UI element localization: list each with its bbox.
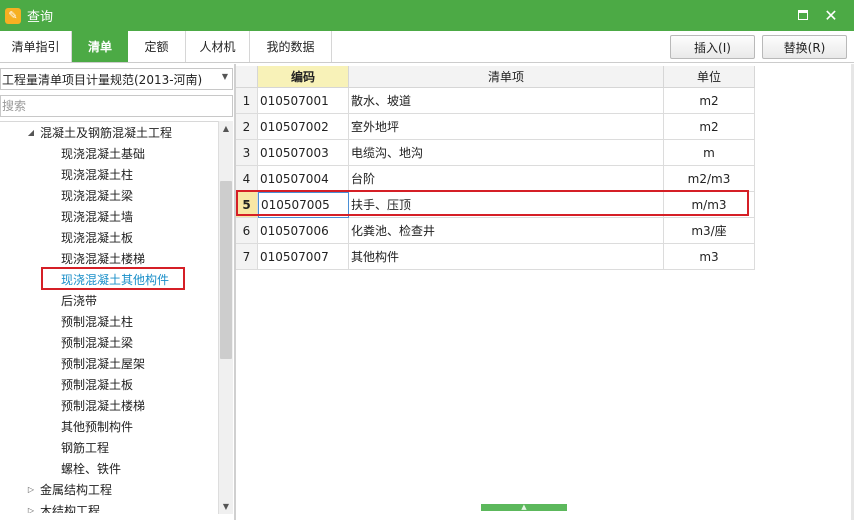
unit-cell[interactable]: m2/m3 (664, 166, 755, 192)
code-cell[interactable]: 010507002 (258, 114, 349, 140)
name-cell[interactable]: 散水、坡道 (349, 88, 664, 114)
collapse-icon[interactable]: ◢ (26, 128, 36, 137)
tree-leaf[interactable]: 后浇带 (61, 290, 97, 311)
tree-leaf[interactable]: 现浇混凝土墙 (61, 206, 133, 227)
tree-leaf[interactable]: 现浇混凝土梁 (61, 185, 133, 206)
close-icon: ✕ (824, 5, 838, 25)
header-code[interactable]: 编码 (258, 66, 349, 88)
tab-my-data[interactable]: 我的数据 (250, 31, 332, 62)
tree-leaf[interactable]: 预制混凝土柱 (61, 311, 133, 332)
header-unit[interactable]: 单位 (664, 66, 755, 88)
code-cell[interactable]: 010507001 (258, 88, 349, 114)
insert-button[interactable]: 插入(I) (670, 35, 755, 59)
code-cell[interactable]: 010507003 (258, 140, 349, 166)
name-cell[interactable]: 化粪池、检查井 (349, 218, 664, 244)
collapse-panel-handle[interactable]: ▲ (481, 504, 567, 511)
name-cell[interactable]: 电缆沟、地沟 (349, 140, 664, 166)
query-app-icon: ✎ (5, 7, 21, 24)
unit-cell[interactable]: m3/座 (664, 218, 755, 244)
row-number: 3 (236, 140, 258, 166)
title-bar: ✎ 查询 ✕ (0, 0, 854, 31)
code-cell[interactable]: 010507004 (258, 166, 349, 192)
expand-icon[interactable]: ▷ (26, 506, 36, 513)
tree-leaf[interactable]: 其他预制构件 (61, 416, 133, 437)
tree-node-label: 木结构工程 (40, 504, 101, 513)
name-cell[interactable]: 台阶 (349, 166, 664, 192)
row-highlight-box (236, 190, 749, 216)
list-grid: 编码 清单项 单位 1 010507001 散水、坡道 m2 2 0105070… (236, 66, 755, 270)
window-title: 查询 (27, 10, 54, 25)
tree-leaf[interactable]: 现浇混凝土柱 (61, 164, 133, 185)
tab-quota[interactable]: 定额 (128, 31, 186, 62)
tree-leaf[interactable]: 现浇混凝土板 (61, 227, 133, 248)
tree-leaf[interactable]: 钢筋工程 (61, 437, 109, 458)
header-row-number (236, 66, 258, 88)
name-cell[interactable]: 室外地坪 (349, 114, 664, 140)
selection-highlight-box (41, 267, 185, 290)
tree-node-collapsed[interactable]: ▷ 金属结构工程 (26, 479, 112, 500)
chevron-down-icon: ▼ (221, 72, 228, 81)
maximize-button[interactable] (792, 5, 814, 25)
tree-leaf[interactable]: 现浇混凝土楼梯 (61, 248, 145, 269)
tree-node-parent[interactable]: ◢ 混凝土及钢筋混凝土工程 (26, 122, 172, 143)
code-cell[interactable]: 010507007 (258, 244, 349, 270)
tab-list[interactable]: 清单 (72, 31, 128, 62)
left-panel: 工程量清单项目计量规范(2013-河南) ▼ ◢ 混凝土及钢筋混凝土工程 现浇混… (0, 64, 234, 520)
tree-node-label: 金属结构工程 (40, 483, 113, 497)
tree-scrollbar[interactable]: ▲ ▼ (218, 121, 233, 514)
expand-icon[interactable]: ▷ (26, 485, 36, 494)
tree-node-collapsed[interactable]: ▷ 木结构工程 (26, 500, 100, 513)
scroll-down-icon[interactable]: ▼ (219, 499, 233, 514)
search-input[interactable] (0, 95, 233, 117)
category-tree: ◢ 混凝土及钢筋混凝土工程 现浇混凝土基础 现浇混凝土柱 现浇混凝土梁 现浇混凝… (0, 121, 218, 513)
tab-bar: 清单指引 清单 定额 人材机 我的数据 插入(I) 替换(R) (0, 31, 854, 63)
tab-list-guide[interactable]: 清单指引 (0, 31, 72, 62)
scroll-up-icon[interactable]: ▲ (219, 121, 233, 136)
tree-leaf[interactable]: 现浇混凝土基础 (61, 143, 145, 164)
row-number: 1 (236, 88, 258, 114)
close-button[interactable]: ✕ (820, 5, 842, 25)
tree-leaf[interactable]: 预制混凝土屋架 (61, 353, 145, 374)
replace-button[interactable]: 替换(R) (762, 35, 847, 59)
chevron-up-icon: ▲ (521, 503, 527, 511)
tree-leaf[interactable]: 螺栓、铁件 (61, 458, 121, 479)
maximize-icon (798, 10, 808, 20)
tree-leaf[interactable]: 预制混凝土梁 (61, 332, 133, 353)
unit-cell[interactable]: m2 (664, 114, 755, 140)
unit-cell[interactable]: m3 (664, 244, 755, 270)
name-cell[interactable]: 其他构件 (349, 244, 664, 270)
unit-cell[interactable]: m2 (664, 88, 755, 114)
row-number: 2 (236, 114, 258, 140)
tree-leaf[interactable]: 预制混凝土楼梯 (61, 395, 145, 416)
unit-cell[interactable]: m (664, 140, 755, 166)
spec-select-value: 工程量清单项目计量规范(2013-河南) (2, 72, 203, 87)
scrollbar-thumb[interactable] (220, 181, 232, 359)
tree-leaf[interactable]: 预制混凝土板 (61, 374, 133, 395)
row-number: 4 (236, 166, 258, 192)
tree-node-label: 混凝土及钢筋混凝土工程 (40, 126, 173, 140)
row-number: 6 (236, 218, 258, 244)
code-cell[interactable]: 010507006 (258, 218, 349, 244)
header-name[interactable]: 清单项 (349, 66, 664, 88)
row-number: 7 (236, 244, 258, 270)
tab-labor-material-machine[interactable]: 人材机 (186, 31, 250, 62)
spec-select[interactable]: 工程量清单项目计量规范(2013-河南) ▼ (0, 68, 233, 90)
